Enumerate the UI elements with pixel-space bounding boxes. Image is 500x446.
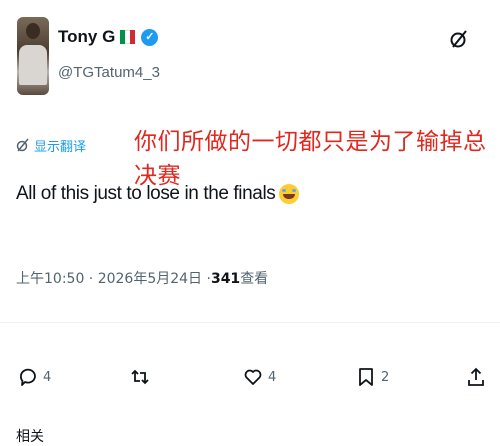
translate-icon xyxy=(16,138,29,152)
tweet-meta: 上午10:50 · 2026年5月24日 · 341 查看 xyxy=(16,268,268,288)
reply-count: 4 xyxy=(43,369,52,385)
share-button[interactable] xyxy=(466,367,486,387)
grok-icon[interactable] xyxy=(448,28,470,50)
views-count: 341 xyxy=(210,271,241,287)
timestamp[interactable]: 上午10:50 · 2026年5月24日 · xyxy=(16,268,211,288)
tweet-text: All of this just to lose in the finals xyxy=(16,183,276,204)
show-translation-link[interactable]: 显示翻译 xyxy=(34,136,86,155)
avatar-head xyxy=(26,23,40,39)
italy-flag-icon xyxy=(120,30,136,44)
avatar[interactable] xyxy=(17,17,49,95)
like-count: 4 xyxy=(268,369,277,385)
overlay-caption: 你们所做的一切都只是为了输掉总决赛 xyxy=(134,129,487,189)
heart-icon xyxy=(244,369,262,385)
related-heading: 相关 xyxy=(16,429,44,445)
retweet-button[interactable] xyxy=(130,367,155,387)
user-handle[interactable]: @TGTatum4_3 xyxy=(58,64,160,81)
tweet-body: All of this just to lose in the finals xyxy=(16,183,300,205)
rolling-on-floor-laughing-emoji-icon xyxy=(279,184,300,204)
like-button[interactable]: 4 xyxy=(243,367,276,387)
verified-badge-icon: ✓ xyxy=(141,28,159,46)
avatar-shirt xyxy=(19,45,47,85)
reply-icon xyxy=(20,368,36,386)
reply-button[interactable]: 4 xyxy=(18,367,51,387)
bookmark-icon xyxy=(359,368,373,386)
divider xyxy=(0,322,500,323)
retweet-icon xyxy=(131,369,149,385)
display-name-row[interactable]: Tony G ✓ xyxy=(58,27,159,47)
views-label: 查看 xyxy=(240,271,269,287)
bookmark-count: 2 xyxy=(381,369,390,385)
share-icon xyxy=(468,367,484,386)
bookmark-button[interactable]: 2 xyxy=(356,367,389,387)
display-name[interactable]: Tony G xyxy=(58,27,115,47)
